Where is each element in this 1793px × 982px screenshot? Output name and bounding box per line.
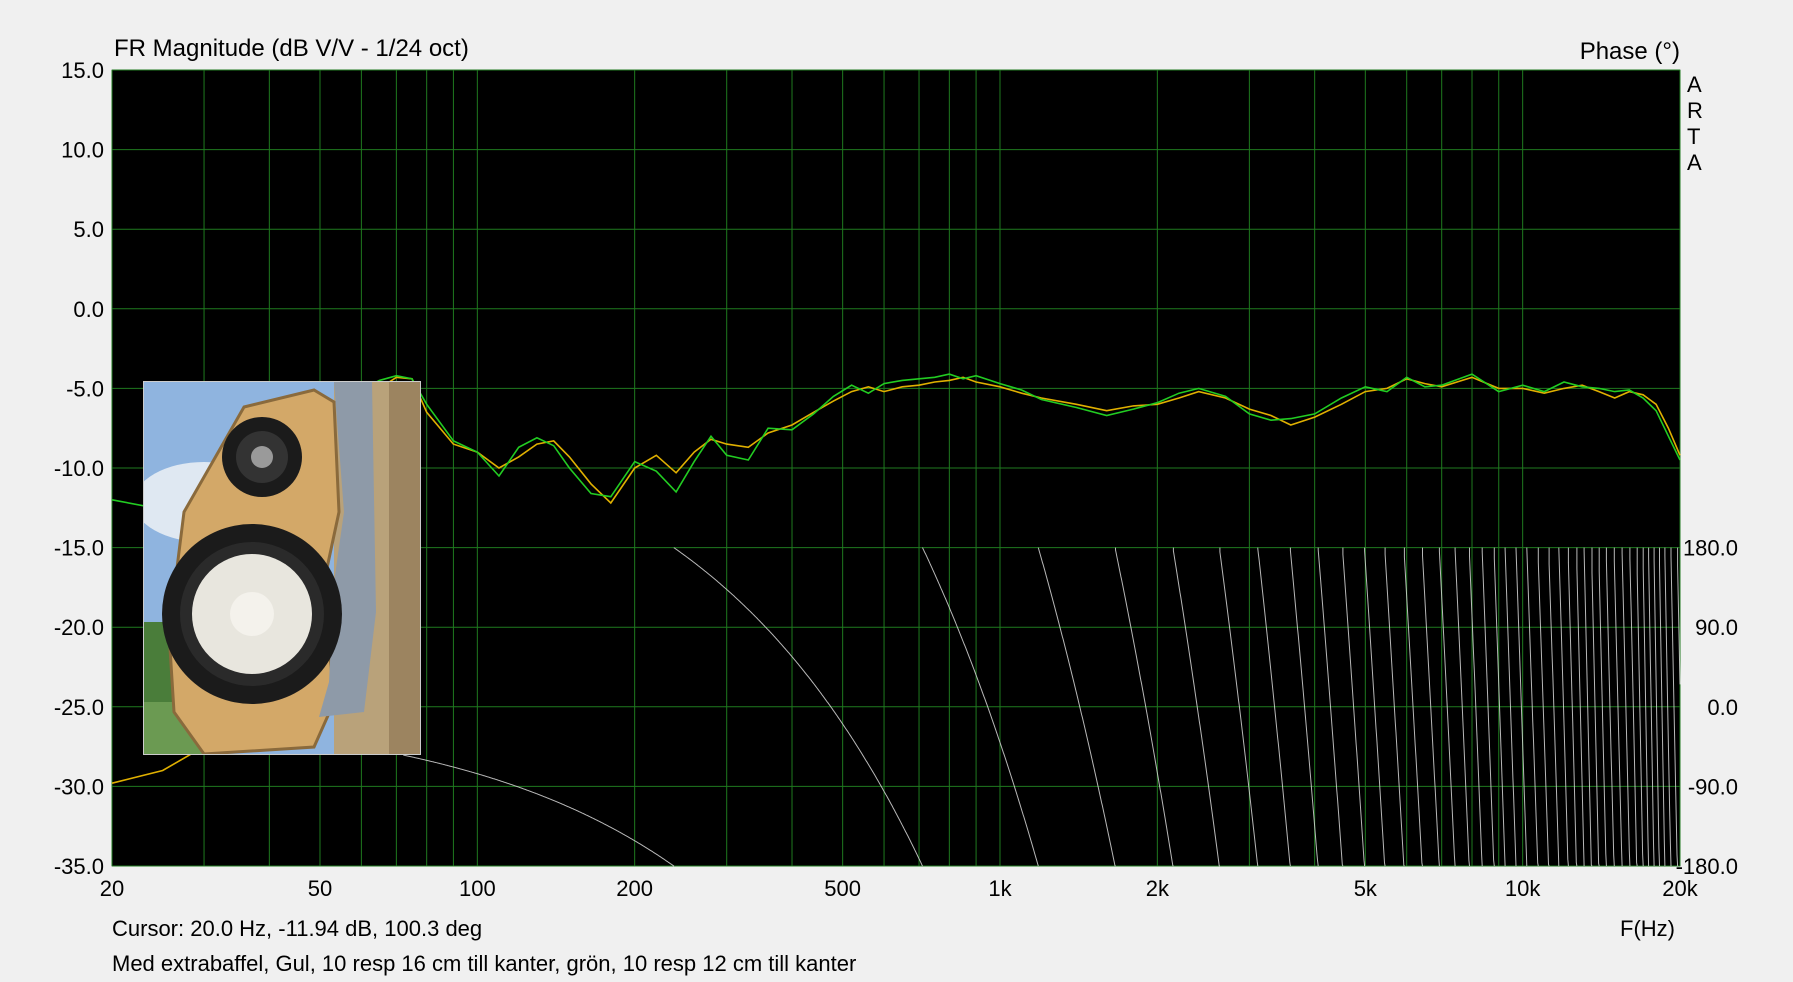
x-tick-label: 50: [308, 876, 332, 901]
y-axis-ticks: 15.0 10.0 5.0 0.0 -5.0 -10.0 -15.0 -20.0 -25.0 -3…: [54, 58, 104, 879]
phase-tick-label: 90.0: [1695, 615, 1738, 640]
x-tick-label: 100: [459, 876, 496, 901]
y-tick-label: -5.0: [66, 376, 104, 401]
y-tick-label: -10.0: [54, 456, 104, 481]
watermark-letter: A: [1687, 150, 1702, 175]
x-tick-label: 1k: [988, 876, 1012, 901]
x-tick-label: 5k: [1354, 876, 1378, 901]
cursor-readout: Cursor: 20.0 Hz, -11.94 dB, 100.3 deg: [112, 916, 483, 941]
x-tick-label: 2k: [1146, 876, 1170, 901]
y-tick-label: 0.0: [73, 297, 104, 322]
phase-tick-label: 180.0: [1683, 536, 1738, 561]
y-tick-label: 5.0: [73, 217, 104, 242]
y-tick-label: 15.0: [61, 58, 104, 83]
watermark-letter: T: [1687, 124, 1700, 149]
watermark-letter: R: [1687, 98, 1703, 123]
phase-axis-ticks: 180.090.00.0-90.0-180.0: [1676, 536, 1738, 879]
phase-tick-label: 0.0: [1707, 695, 1738, 720]
watermark-letter: A: [1687, 72, 1702, 97]
chart-caption: Med extrabaffel, Gul, 10 resp 16 cm till…: [112, 951, 857, 976]
y-tick-label: -20.0: [54, 615, 104, 640]
x-tick-label: 20k: [1662, 876, 1698, 901]
x-tick-label: 20: [100, 876, 124, 901]
y-tick-label: -30.0: [54, 774, 104, 799]
y-tick-label: -15.0: [54, 536, 104, 561]
x-tick-label: 10k: [1505, 876, 1541, 901]
arta-watermark: ARTA: [1687, 72, 1703, 175]
y-tick-label: -35.0: [54, 854, 104, 879]
phase-tick-label: -90.0: [1688, 774, 1738, 799]
chart-title: FR Magnitude (dB V/V - 1/24 oct): [114, 35, 469, 62]
x-tick-label: 200: [616, 876, 653, 901]
speaker-photo: [143, 381, 421, 755]
y-tick-label: 10.0: [61, 138, 104, 163]
y-tick-label: -25.0: [54, 695, 104, 720]
phase-axis-title: Phase (°): [1580, 38, 1680, 65]
x-axis-ticks: 20 50 100 200 500 1k 2k 5k 10k 20k: [100, 876, 1699, 901]
x-tick-label: 500: [824, 876, 861, 901]
x-axis-label: F(Hz): [1620, 916, 1675, 941]
